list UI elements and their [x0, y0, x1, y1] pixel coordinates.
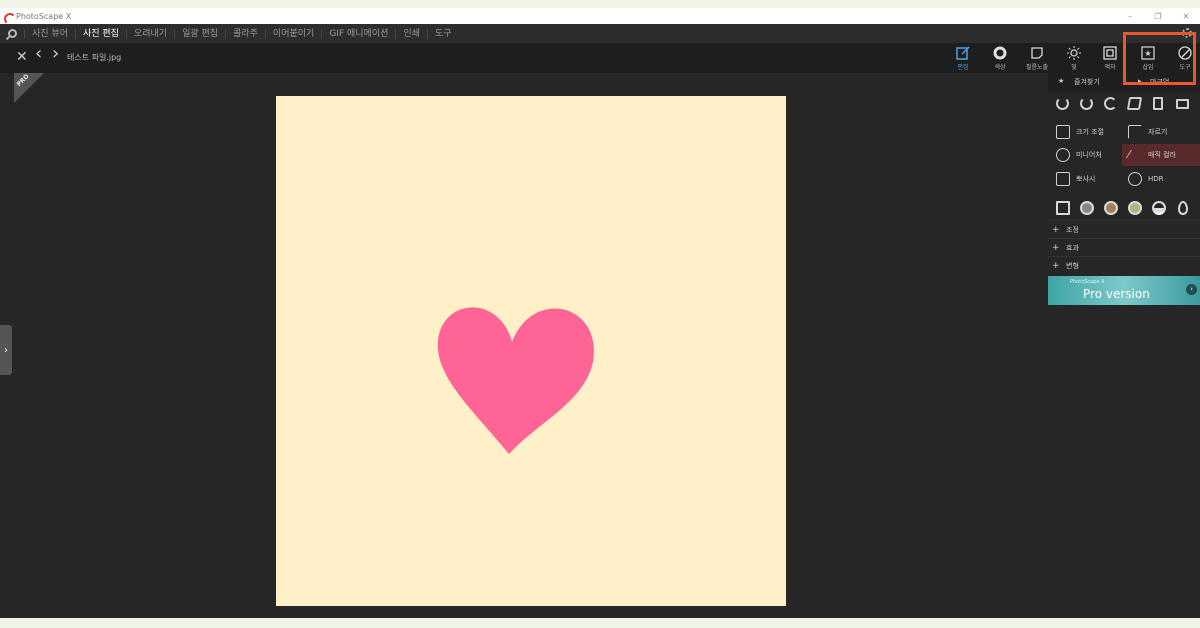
crop-button[interactable]: 자르기 — [1128, 121, 1167, 143]
section-adjust[interactable]: + 조정 — [1048, 220, 1200, 238]
miniature-icon — [1056, 148, 1070, 162]
top-margin — [0, 0, 1200, 8]
magic-wand-icon: ⁄ — [1128, 148, 1130, 161]
resize-button[interactable]: 크기 조절 — [1056, 121, 1104, 143]
filter-2-icon[interactable] — [1104, 201, 1118, 215]
star-icon: ★ — [1058, 77, 1065, 85]
app-window: PhotoScape X – ❐ ✕ 사진 뷰어 사진 편집 오려내기 일괄 편… — [0, 0, 1200, 628]
menu-collage[interactable]: 콜라주 — [225, 28, 265, 39]
crop-label: 자르기 — [1148, 128, 1168, 136]
pro-banner-title: Pro version — [1083, 287, 1150, 301]
straighten-icon[interactable] — [1126, 97, 1143, 110]
magic-color-button[interactable]: ⁄ 매직 컬러 — [1128, 144, 1176, 166]
menu-print[interactable]: 인쇄 — [395, 28, 427, 39]
rotate-flip-row — [1048, 95, 1200, 113]
tool-edit-label: 편집 — [957, 64, 969, 71]
magic-color-label: 매직 컬러 — [1148, 151, 1176, 159]
search-icon — [7, 29, 17, 38]
tool-film[interactable]: 필름노출 — [1019, 43, 1055, 73]
menu-cut-out[interactable]: 오려내기 — [125, 28, 174, 39]
tool-color-label: 색상 — [994, 64, 1006, 71]
app-logo-icon — [3, 11, 16, 25]
section-effects[interactable]: + 효과 — [1048, 238, 1200, 256]
list-filter-icon[interactable] — [1056, 201, 1070, 215]
main-menu: 사진 뷰어 사진 편집 오려내기 일괄 편집 콜라주 이어붙이기 GIF 애니메… — [0, 24, 1200, 43]
section-transform[interactable]: + 변형 — [1048, 256, 1200, 274]
expand-adjust-icon: + — [1052, 224, 1060, 235]
bottom-margin — [0, 618, 1200, 628]
title-bar: PhotoScape X – ❐ ✕ — [0, 8, 1200, 25]
rotate-left-icon[interactable] — [1056, 97, 1069, 110]
editor-toolbar: ✕ ‹ › 테스트 파일.jpg 편집 색상 필름노출 빛 액자 ★ 삽입 도구 — [0, 43, 1200, 73]
tool-film-label: 필름노출 — [1025, 64, 1049, 71]
heart-shape — [437, 307, 594, 454]
restore-button[interactable]: ❐ — [1144, 8, 1172, 24]
flip-vertical-icon[interactable] — [1176, 99, 1189, 109]
minimize-button[interactable]: – — [1116, 8, 1144, 24]
miniature-label: 미니어처 — [1076, 151, 1102, 159]
hdr-button[interactable]: HDR — [1128, 168, 1164, 190]
section-effects-label: 효과 — [1066, 243, 1079, 252]
app-title: PhotoScape X — [16, 11, 72, 21]
pro-banner-subtitle: PhotoScape X — [1070, 279, 1105, 285]
menu-search-button[interactable] — [0, 24, 24, 43]
tool-light[interactable]: 빛 — [1056, 43, 1092, 73]
edit-side-panel: ★ 즐겨찾기 ▸ 마크업 크기 조절 자르기 미니어처 ⁄ 매직 컬러 뽀샤시 … — [1048, 73, 1200, 618]
pro-banner-arrow-icon: › — [1186, 284, 1197, 295]
close-photo-icon[interactable]: ✕ — [16, 50, 28, 64]
frame-icon — [1103, 46, 1117, 60]
hdr-label: HDR — [1148, 175, 1164, 183]
section-adjust-label: 조정 — [1066, 225, 1079, 234]
resize-label: 크기 조절 — [1076, 128, 1104, 136]
bloom-icon — [1056, 172, 1070, 186]
highlight-annotation-box — [1123, 32, 1196, 85]
flip-horizontal-icon[interactable] — [1153, 97, 1163, 110]
tool-color[interactable]: 색상 — [982, 43, 1018, 73]
tab-favorites[interactable]: 즐겨찾기 — [1074, 77, 1100, 87]
menu-gif[interactable]: GIF 애니메이션 — [321, 28, 395, 39]
close-window-button[interactable]: ✕ — [1172, 8, 1200, 24]
film-icon — [1031, 47, 1043, 59]
tool-edit[interactable]: 편집 — [945, 43, 981, 73]
section-transform-label: 변형 — [1066, 261, 1079, 270]
rotate-free-icon[interactable] — [1104, 97, 1117, 110]
previous-photo-icon[interactable]: ‹ — [35, 45, 42, 63]
filter-3-icon[interactable] — [1128, 201, 1142, 215]
tool-light-label: 빛 — [1071, 64, 1077, 71]
light-icon — [1067, 46, 1081, 60]
menu-tools[interactable]: 도구 — [426, 28, 459, 39]
filter-1-icon[interactable] — [1080, 201, 1094, 215]
window-controls: – ❐ ✕ — [1116, 8, 1200, 24]
hdr-icon — [1128, 172, 1142, 186]
next-photo-icon[interactable]: › — [52, 45, 59, 63]
drop-icon[interactable] — [1178, 201, 1188, 215]
crop-icon — [1128, 125, 1142, 139]
bloom-label: 뽀샤시 — [1076, 175, 1096, 183]
menu-photo-viewer[interactable]: 사진 뷰어 — [24, 28, 75, 39]
menu-batch[interactable]: 일괄 편집 — [174, 28, 225, 39]
menu-photo-editor[interactable]: 사진 편집 — [74, 28, 126, 39]
resize-icon — [1056, 125, 1070, 139]
pro-version-banner[interactable]: PhotoScape X Pro version › — [1048, 276, 1200, 305]
file-name: 테스트 파일.jpg — [67, 53, 122, 62]
edit-icon — [956, 46, 970, 60]
miniature-button[interactable]: 미니어처 — [1056, 144, 1102, 166]
expand-effects-icon: + — [1052, 242, 1060, 253]
rotate-right-icon[interactable] — [1080, 97, 1093, 110]
filter-4-icon[interactable] — [1152, 201, 1166, 215]
menu-combine[interactable]: 이어붙이기 — [264, 28, 321, 39]
color-ring-icon — [993, 46, 1007, 60]
bloom-button[interactable]: 뽀샤시 — [1056, 168, 1095, 190]
expand-transform-icon: + — [1052, 260, 1060, 271]
expand-sidebar-handle[interactable]: › — [0, 325, 12, 375]
filter-icon-row — [1048, 199, 1200, 219]
